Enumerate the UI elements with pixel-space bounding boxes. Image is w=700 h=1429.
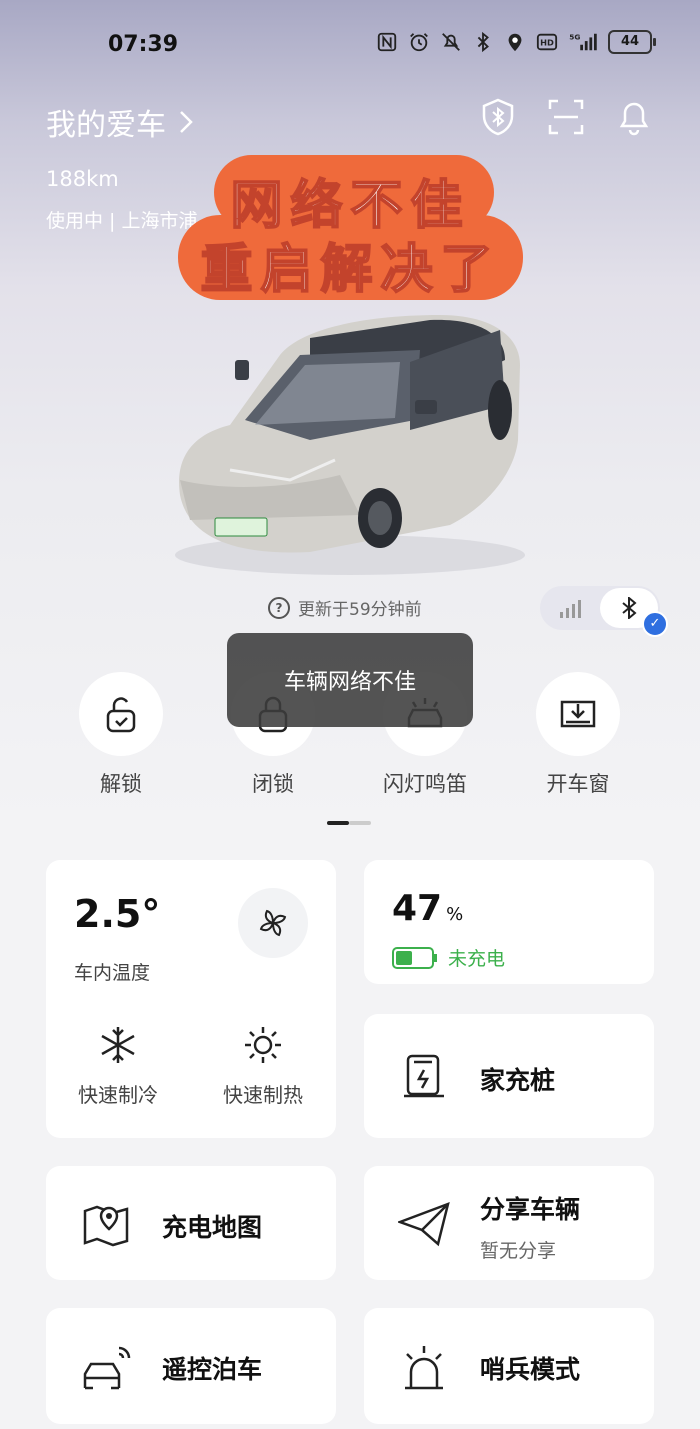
siren-icon (396, 1340, 452, 1396)
location-icon (508, 33, 522, 52)
my-car-title[interactable]: 我的爱车 (46, 100, 194, 144)
remote-parking-label: 遥控泊车 (162, 1355, 263, 1384)
battery-indicator: 44 (608, 30, 656, 54)
climate-card[interactable]: 2.5° 车内温度 快速制冷 快速制热 (46, 860, 336, 1138)
bell-icon (619, 102, 649, 136)
window-button[interactable] (536, 672, 620, 756)
battery-percent: 47% (392, 888, 464, 929)
battery-unit: % (446, 904, 464, 925)
status-icons: HD 5G 44 (376, 30, 656, 54)
unlock-icon (106, 697, 136, 733)
charge-status-label: 未充电 (448, 948, 506, 970)
sentry-mode-label: 哨兵模式 (480, 1355, 581, 1384)
unlock-control[interactable]: 解锁 (61, 672, 181, 798)
map-icon (78, 1196, 134, 1252)
network-toast: 车辆网络不佳 (227, 633, 473, 727)
overlay-banner: 网络不佳 重启解决了 (178, 155, 523, 305)
lock-label: 闭锁 (252, 772, 294, 796)
scan-button[interactable] (548, 98, 584, 136)
usage-location: 使用中 | 上海市浦 (46, 210, 198, 232)
window-label: 开车窗 (546, 772, 610, 796)
page-title: 我的爱车 (46, 108, 166, 143)
svg-text:5G: 5G (569, 32, 580, 41)
home-charger-label: 家充桩 (480, 1066, 556, 1095)
charger-icon (396, 1048, 452, 1104)
unlock-label: 解锁 (100, 772, 142, 796)
chevron-right-icon (180, 111, 193, 133)
cabin-temperature-label: 车内温度 (74, 962, 151, 984)
signal-5g-icon: 5G (569, 32, 597, 51)
battery-card[interactable]: 47% 未充电 (364, 860, 654, 984)
update-time[interactable]: ? 更新于59分钟前 (268, 595, 422, 620)
range-remaining: 188km (46, 167, 119, 191)
status-time: 07:39 (108, 32, 179, 57)
home-charger-card[interactable]: 家充桩 (364, 1014, 654, 1138)
help-icon: ? (268, 596, 290, 619)
battery-level-fill (396, 950, 412, 965)
cellular-signal-icon (560, 598, 581, 618)
unlock-button[interactable] (79, 672, 163, 756)
header-actions (480, 98, 652, 136)
scan-icon (548, 99, 584, 135)
remote-parking-icon (78, 1340, 134, 1396)
snowflake-icon (101, 1027, 135, 1063)
page-dot-active (327, 821, 349, 825)
horn-label: 闪灯鸣笛 (383, 772, 467, 796)
window-control[interactable]: 开车窗 (518, 672, 638, 798)
nfc-icon (377, 32, 397, 52)
charging-map-label: 充电地图 (162, 1213, 263, 1242)
send-icon (396, 1196, 452, 1252)
charge-status: 未充电 (392, 944, 505, 971)
page-dot (349, 821, 371, 825)
bluetooth-key-icon (482, 98, 514, 136)
bluetooth-key-button[interactable] (480, 98, 516, 136)
notification-button[interactable] (616, 98, 652, 136)
cabin-temperature: 2.5° (74, 892, 161, 936)
alarm-icon (410, 33, 428, 52)
remote-parking-card[interactable]: 遥控泊车 (46, 1308, 336, 1424)
fan-button[interactable] (238, 888, 308, 958)
update-text: 更新于59分钟前 (298, 600, 422, 620)
share-car-label: 分享车辆 (480, 1195, 581, 1224)
quick-heat-button[interactable]: 快速制热 (213, 1025, 313, 1108)
status-bar: 07:39 HD 5G 44 (0, 22, 700, 66)
connection-toggle[interactable]: ✓ (540, 586, 668, 637)
page-indicator (327, 821, 371, 825)
quick-heat-label: 快速制热 (223, 1083, 303, 1107)
car-image (175, 315, 525, 575)
charging-map-card[interactable]: 充电地图 (46, 1166, 336, 1280)
battery-level-icon (392, 946, 437, 969)
quick-cool-button[interactable]: 快速制冷 (68, 1025, 168, 1108)
hd-icon: HD (536, 33, 558, 51)
share-car-card[interactable]: 分享车辆 暂无分享 (364, 1166, 654, 1280)
fan-icon (259, 909, 287, 937)
check-icon: ✓ (642, 611, 668, 637)
sun-icon (245, 1027, 281, 1063)
window-icon (560, 700, 596, 728)
svg-text:HD: HD (540, 38, 554, 48)
banner-line-2: 重启解决了 (199, 239, 501, 301)
bluetooth-status-icon (477, 31, 489, 53)
quick-cool-label: 快速制冷 (78, 1083, 158, 1107)
sentry-mode-card[interactable]: 哨兵模式 (364, 1308, 654, 1424)
bluetooth-icon (622, 597, 637, 619)
mute-icon (442, 33, 460, 51)
share-car-sublabel: 暂无分享 (480, 1240, 557, 1262)
